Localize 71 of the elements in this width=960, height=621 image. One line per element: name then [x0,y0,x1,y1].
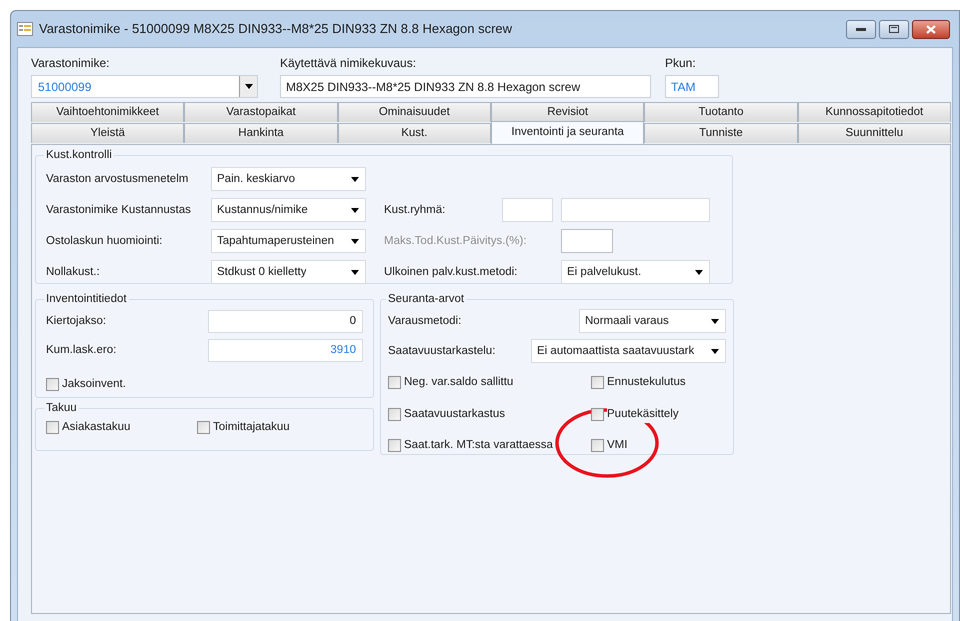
group-title: Seuranta-arvot [387,292,466,307]
field-label: Ostolaskun huomiointi: [46,234,164,249]
tab[interactable]: Revisiot [490,102,644,122]
dropdown-field[interactable]: Pain. keskiarvo [211,167,366,192]
description-field[interactable]: M8X25 DIN933--M8*25 DIN933 ZN 8.8 Hexagon screw [280,75,651,98]
window-title: Varastonimike - 51000099 M8X25 DIN933--M8*25 DIN933 ZN 8.8 Hexagon screw [39,20,514,38]
dropdown-arrow-icon [711,318,719,324]
tab[interactable]: Tunniste [644,123,798,143]
checkbox[interactable] [46,421,59,434]
tab[interactable]: Varastopaikat [184,102,338,122]
maximize-button[interactable] [879,20,909,38]
tab[interactable]: Suunnittelu [798,123,951,143]
checkbox-label: Puutekäsittely [607,406,679,423]
tab[interactable]: Yleistä [31,123,184,143]
dropdown-arrow-icon [351,270,359,275]
field-label: Maks.Tod.Kust.Päivitys.(%): [384,234,528,249]
dropdown-arrow-icon [351,176,359,182]
field-label: Pkun: [665,55,697,72]
checkbox[interactable] [388,408,401,421]
minimize-button[interactable] [846,20,876,38]
field-label: Kust.ryhmä: [384,202,446,218]
checkbox[interactable] [591,408,604,421]
group-title: Takuu [45,401,78,416]
minimize-icon [856,27,866,31]
tab[interactable]: Hankinta [184,123,338,143]
group-title: Inventointitiedot [45,292,128,307]
group-title: Kust.kontrolli [45,148,113,163]
checkbox[interactable] [591,438,604,452]
tab[interactable]: Ominaisuudet [338,102,491,122]
dropdown-arrow-icon [695,270,703,275]
dropdown-arrow-icon [351,238,359,244]
dropdown-field[interactable]: Tapahtumaperusteinen [211,229,366,254]
tab[interactable]: Kunnossapitotiedot [798,102,951,122]
maximize-icon [889,25,899,33]
dropdown-arrow-icon [244,84,252,89]
tab[interactable]: Inventointi ja seuranta [490,121,644,144]
field-label: Käytettävä nimikekuvaus: [280,55,418,72]
checkbox[interactable] [46,378,59,392]
dropdown-arrow-icon [711,348,719,354]
input-field[interactable]: 3910 [208,339,363,362]
input-field[interactable]: 0 [208,310,363,334]
tab[interactable]: Kust. [338,123,491,143]
input-field[interactable] [561,229,613,254]
field-label: Varastonimike Kustannustas [46,202,192,218]
tab[interactable]: Vaihtoehtonimikkeet [31,102,184,122]
dropdown-field[interactable]: Ei automaattista saatavuustark [531,339,726,364]
close-icon [926,24,936,34]
checkbox[interactable] [388,438,401,452]
checkbox[interactable] [591,376,604,390]
dropdown-field[interactable]: Ei palvelukust. [561,260,710,284]
unit-field[interactable]: TAM [665,75,719,98]
tab[interactable]: Tuotanto [644,102,798,122]
window-icon [17,22,33,36]
close-button[interactable] [912,20,950,38]
field-label: Varaston arvostusmenetelm [46,172,190,187]
item-code-combobox[interactable]: 51000099 [31,75,258,98]
field-label: Varastonimike: [31,55,110,72]
dropdown-field[interactable]: Kustannus/nimike [211,198,366,222]
checkbox[interactable] [197,421,210,434]
field-label: Saatavuustarkastelu: [388,344,496,359]
checkbox[interactable] [388,376,401,390]
dropdown-field[interactable]: Normaali varaus [579,309,726,334]
input-field[interactable] [502,198,553,222]
field-label: Kum.lask.ero: [46,343,116,358]
field-label: Ulkoinen palv.kust.metodi: [384,264,518,280]
dropdown-arrow-icon [351,208,359,213]
field-label: Varausmetodi: [388,314,462,329]
field-label: Kiertojakso: [46,314,106,330]
field-label: Nollakust.: [46,264,101,280]
dropdown-field[interactable]: Stdkust 0 kielletty [211,260,366,284]
input-field[interactable] [561,198,710,222]
